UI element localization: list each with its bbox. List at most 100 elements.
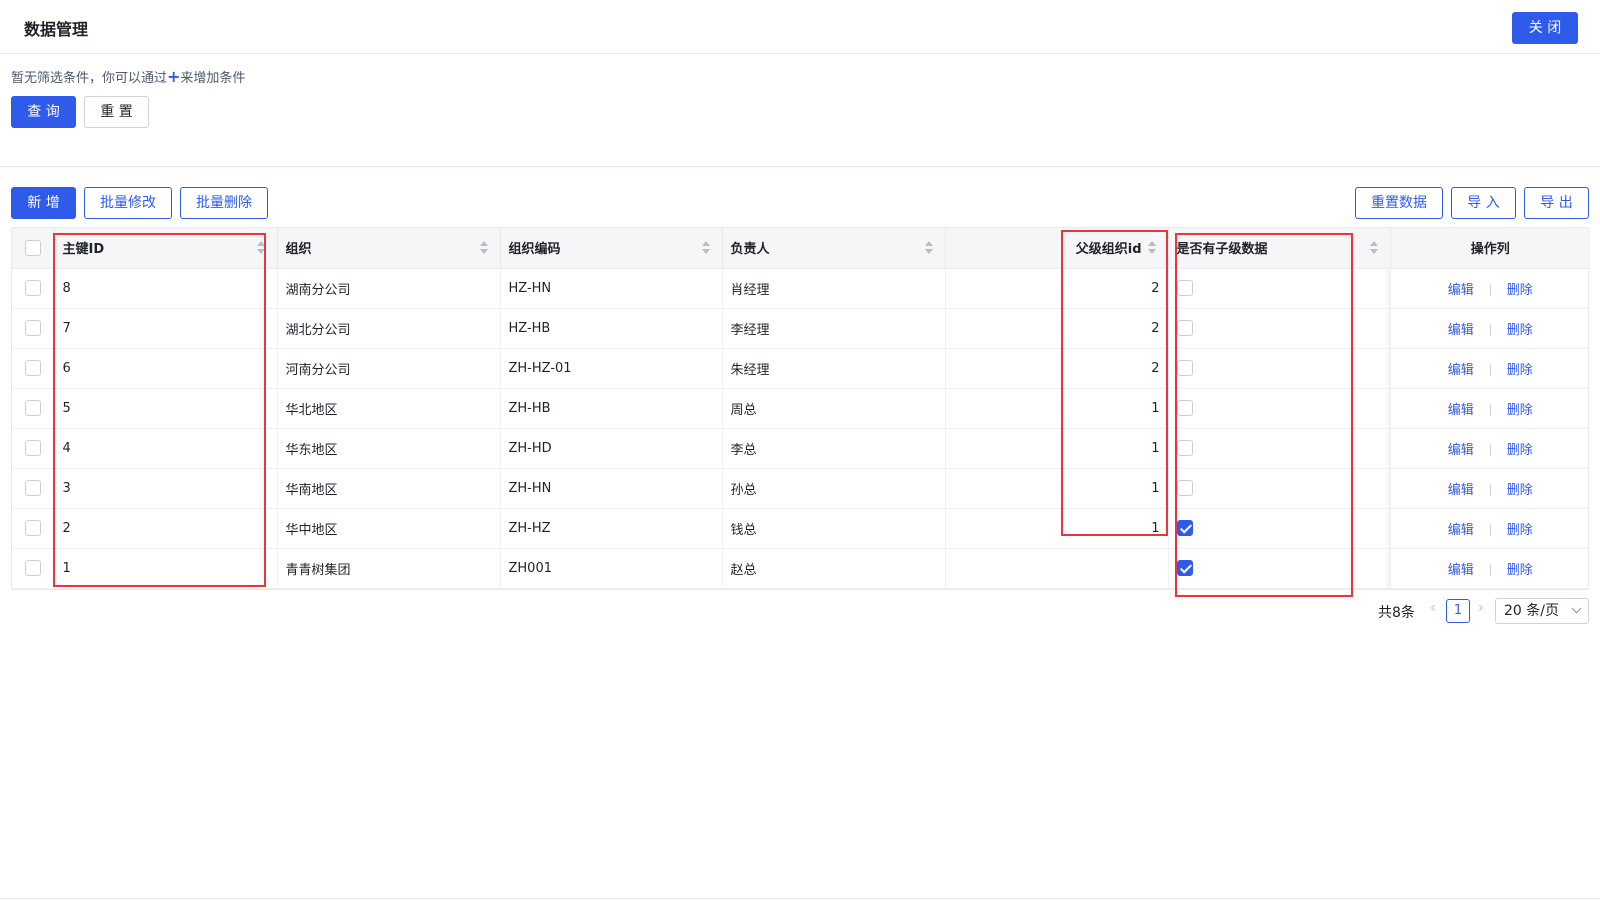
page-size-select[interactable]: 20 条/页: [1495, 598, 1589, 624]
delete-link[interactable]: 删除: [1507, 523, 1533, 538]
cell-actions: 编辑 删除: [1390, 508, 1590, 549]
row-select-checkbox[interactable]: [24, 280, 41, 296]
table-row: 8 湖南分公司 HZ-HN 肖经理 2 编辑 删除: [12, 268, 1590, 309]
row-select-checkbox[interactable]: [24, 400, 41, 416]
divider: [1489, 364, 1491, 376]
delete-link[interactable]: 删除: [1507, 323, 1533, 338]
delete-link[interactable]: 删除: [1507, 563, 1533, 578]
row-select-checkbox[interactable]: [24, 560, 41, 576]
has-child-checkbox[interactable]: [1176, 480, 1193, 496]
has-child-checkbox[interactable]: [1176, 320, 1193, 336]
cell-has-child: [1168, 268, 1391, 309]
table-row: 5 华北地区 ZH-HB 周总 1 编辑 删除: [12, 388, 1590, 429]
has-child-checkbox[interactable]: [1176, 440, 1193, 456]
edit-link[interactable]: 编辑: [1448, 403, 1474, 418]
row-select-checkbox[interactable]: [24, 320, 41, 336]
sort-icon[interactable]: [1147, 241, 1156, 255]
row-select-cell: [12, 508, 55, 549]
close-button[interactable]: 关 闭: [1512, 12, 1578, 44]
select-all-cell: [12, 228, 55, 269]
import-button[interactable]: 导 入: [1451, 187, 1516, 219]
sort-icon[interactable]: [1369, 241, 1378, 255]
cell-parent: 1: [945, 468, 1169, 509]
cell-id: 2: [54, 508, 278, 549]
cell-has-child: [1168, 308, 1391, 349]
row-select-checkbox[interactable]: [24, 480, 41, 496]
has-child-checkbox[interactable]: [1176, 520, 1193, 536]
has-child-checkbox[interactable]: [1176, 400, 1193, 416]
data-table: 主键ID 组织 组织编码 负责人 父级组织id 是否有子级数据 操作列 8 湖南分…: [11, 227, 1590, 590]
cell-code: ZH-HZ-01: [500, 348, 723, 389]
col-header-id[interactable]: 主键ID: [54, 228, 278, 269]
pagination-total: 共8条: [1378, 605, 1415, 621]
reset-data-button[interactable]: 重置数据: [1355, 187, 1443, 219]
cell-owner: 李总: [722, 428, 946, 469]
delete-link[interactable]: 删除: [1507, 483, 1533, 498]
cell-org: 华北地区: [277, 388, 501, 429]
table-row: 2 华中地区 ZH-HZ 钱总 1 编辑 删除: [12, 508, 1590, 549]
batch-edit-button[interactable]: 批量修改: [84, 187, 172, 219]
row-select-checkbox[interactable]: [24, 440, 41, 456]
edit-link[interactable]: 编辑: [1448, 523, 1474, 538]
delete-link[interactable]: 删除: [1507, 283, 1533, 298]
edit-link[interactable]: 编辑: [1448, 283, 1474, 298]
has-child-checkbox[interactable]: [1176, 560, 1193, 576]
query-button[interactable]: 查 询: [11, 96, 76, 128]
has-child-checkbox[interactable]: [1176, 360, 1193, 376]
next-page-icon[interactable]: ›: [1478, 600, 1484, 616]
col-header-parent[interactable]: 父级组织id: [945, 228, 1169, 269]
delete-link[interactable]: 删除: [1507, 443, 1533, 458]
sort-icon[interactable]: [701, 241, 710, 255]
cell-parent: [945, 548, 1169, 589]
filter-hint-suffix: 来增加条件: [180, 71, 246, 86]
cell-parent: 1: [945, 508, 1169, 549]
table-row: 3 华南地区 ZH-HN 孙总 1 编辑 删除: [12, 468, 1590, 509]
col-header-has-child[interactable]: 是否有子级数据: [1168, 228, 1391, 269]
chevron-down-icon: [1571, 603, 1582, 614]
reset-button[interactable]: 重 置: [84, 96, 149, 128]
table-row: 4 华东地区 ZH-HD 李总 1 编辑 删除: [12, 428, 1590, 469]
col-header-code[interactable]: 组织编码: [500, 228, 723, 269]
col-header-actions-label: 操作列: [1470, 242, 1510, 258]
row-select-checkbox[interactable]: [24, 360, 41, 376]
row-select-checkbox[interactable]: [24, 520, 41, 536]
cell-has-child: [1168, 348, 1391, 389]
cell-id: 4: [54, 428, 278, 469]
table-row: 6 河南分公司 ZH-HZ-01 朱经理 2 编辑 删除: [12, 348, 1590, 389]
sort-icon[interactable]: [479, 241, 488, 255]
cell-actions: 编辑 删除: [1390, 548, 1590, 589]
page-number-button[interactable]: 1: [1446, 599, 1470, 623]
add-button[interactable]: 新 增: [11, 187, 76, 219]
cell-owner: 赵总: [722, 548, 946, 589]
edit-link[interactable]: 编辑: [1448, 483, 1474, 498]
table-body: 8 湖南分公司 HZ-HN 肖经理 2 编辑 删除 7 湖北分公司 HZ-HB 李经理 2 编辑 删除 6 河…: [12, 268, 1590, 589]
sort-icon[interactable]: [924, 241, 933, 255]
col-header-owner[interactable]: 负责人: [722, 228, 946, 269]
edit-link[interactable]: 编辑: [1448, 363, 1474, 378]
cell-code: ZH-HN: [500, 468, 723, 509]
delete-link[interactable]: 删除: [1507, 363, 1533, 378]
cell-org: 湖南分公司: [277, 268, 501, 309]
col-header-code-label: 组织编码: [508, 242, 561, 258]
cell-parent: 2: [945, 268, 1169, 309]
edit-link[interactable]: 编辑: [1448, 443, 1474, 458]
sort-icon[interactable]: [256, 241, 265, 255]
has-child-checkbox[interactable]: [1176, 280, 1193, 296]
row-select-cell: [12, 468, 55, 509]
cell-owner: 朱经理: [722, 348, 946, 389]
cell-id: 1: [54, 548, 278, 589]
col-header-org[interactable]: 组织: [277, 228, 501, 269]
edit-link[interactable]: 编辑: [1448, 323, 1474, 338]
delete-link[interactable]: 删除: [1507, 403, 1533, 418]
select-all-checkbox[interactable]: [24, 239, 41, 256]
table-header-row: 主键ID 组织 组织编码 负责人 父级组织id 是否有子级数据 操作列: [12, 228, 1590, 269]
add-condition-plus-icon[interactable]: +: [167, 67, 180, 86]
edit-link[interactable]: 编辑: [1448, 563, 1474, 578]
prev-page-icon[interactable]: ‹: [1430, 600, 1436, 616]
divider: [1489, 444, 1491, 456]
export-button[interactable]: 导 出: [1524, 187, 1589, 219]
cell-actions: 编辑 删除: [1390, 428, 1590, 469]
filter-hint: 暂无筛选条件，你可以通过+来增加条件: [11, 67, 245, 86]
cell-id: 8: [54, 268, 278, 309]
batch-delete-button[interactable]: 批量删除: [180, 187, 268, 219]
